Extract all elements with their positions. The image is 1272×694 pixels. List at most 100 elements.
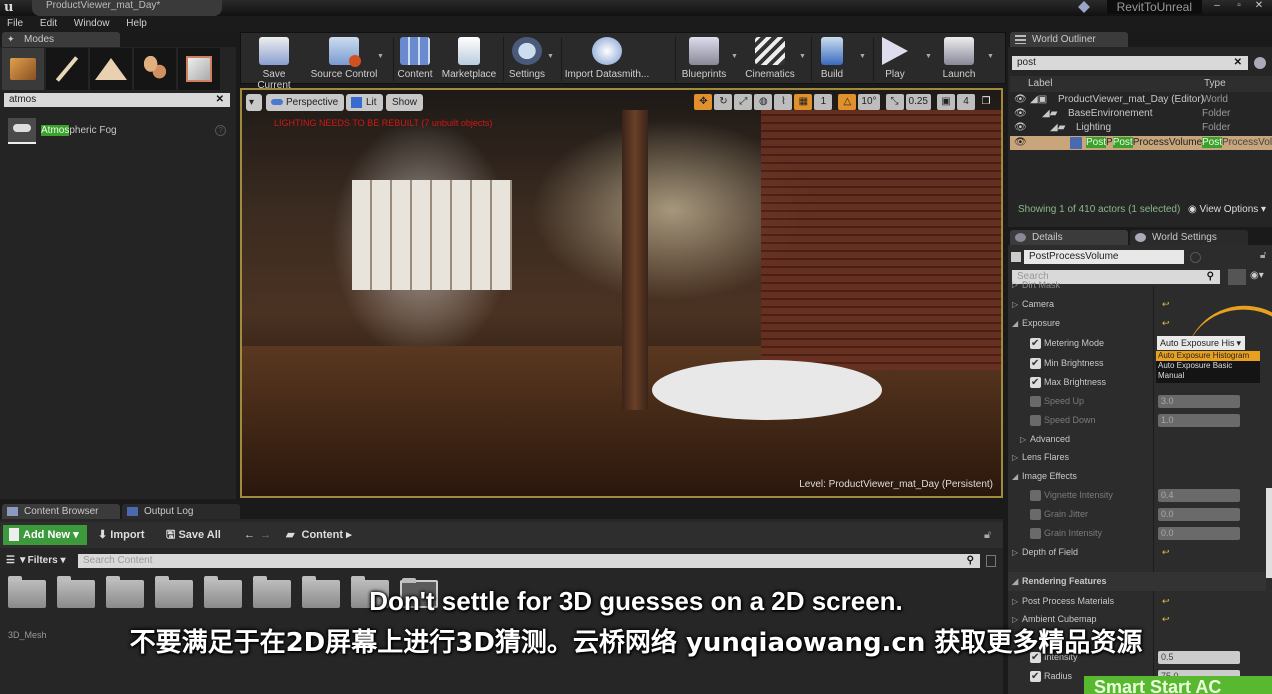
visibility-icon[interactable]: 👁︎ [1014, 93, 1027, 107]
import-button[interactable]: ⬇ Import [98, 525, 145, 545]
forward-button[interactable]: → [260, 525, 271, 545]
back-button[interactable]: ← [244, 525, 255, 545]
help-icon[interactable]: ? [215, 125, 226, 136]
tab-details[interactable]: Details [1010, 230, 1128, 245]
grid-snap-value[interactable]: 1 [814, 94, 833, 110]
maximize-button[interactable]: ▫ [1230, 0, 1248, 12]
category-advanced[interactable]: ▷ Advanced [1008, 430, 1266, 449]
tab-output-log[interactable]: Output Log [122, 504, 240, 519]
help-icon[interactable] [1190, 252, 1201, 263]
grid-snap-icon[interactable]: ▦ [794, 94, 813, 110]
checkbox[interactable] [1030, 528, 1041, 539]
lit-button[interactable]: Lit [346, 94, 383, 111]
build-button[interactable]: Build [815, 35, 849, 83]
chevron-down-icon[interactable]: ▼ [799, 53, 806, 60]
blueprints-button[interactable]: Blueprints [679, 35, 729, 83]
column-type[interactable]: Type [1204, 78, 1226, 89]
marketplace-button[interactable]: Marketplace [441, 35, 497, 83]
sources-toggle-icon[interactable]: ☰ [6, 555, 18, 566]
chevron-down-icon[interactable]: ▼ [377, 53, 384, 60]
category-depth-of-field[interactable]: ▷ Depth of Field ↩ [1008, 543, 1266, 562]
close-button[interactable]: ✕ [1250, 0, 1268, 12]
category-lens-flares[interactable]: ▷ Lens Flares [1008, 448, 1266, 467]
tab-world-settings[interactable]: World Settings [1130, 230, 1248, 245]
outliner-search-input[interactable]: post ✕ [1012, 56, 1248, 70]
menu-window[interactable]: Window [67, 16, 117, 31]
metering-mode-dropdown[interactable]: Auto Exposure His ▾ [1157, 336, 1245, 350]
menu-option[interactable]: Auto Exposure Histogram [1156, 351, 1260, 361]
surface-snap-icon[interactable]: ⌇ [774, 94, 793, 110]
actor-name-input[interactable]: PostProcessVolume [1024, 250, 1184, 264]
landscape-mode-button[interactable] [90, 48, 132, 90]
menu-edit[interactable]: Edit [33, 16, 64, 31]
visibility-icon[interactable]: 👁︎ [1014, 136, 1027, 150]
checkbox[interactable] [1030, 396, 1041, 407]
column-label[interactable]: Label [1028, 78, 1052, 89]
add-new-button[interactable]: Add New ▾ [3, 525, 87, 545]
save-search-icon[interactable] [986, 555, 996, 567]
settings-button[interactable]: Settings [505, 35, 549, 83]
source-control-button[interactable]: Source Control [309, 35, 379, 83]
rotation-snap-value[interactable]: 10° [858, 94, 880, 110]
outliner-row-selected[interactable]: 👁︎PostPPostProcessVolumePostProcessVolum… [1010, 136, 1272, 150]
tab-modes[interactable]: ✦ Modes [2, 32, 120, 47]
filters-button[interactable]: ☰ ▼Filters ▾ [6, 554, 65, 568]
scale-snap-value[interactable]: 0.25 [905, 94, 931, 110]
outliner-row[interactable]: 👁︎ ◢▰ BaseEnvironement Folder [1010, 107, 1272, 121]
content-path-breadcrumb[interactable]: ▰ Content ▸ [286, 525, 352, 545]
paint-mode-button[interactable] [46, 48, 88, 90]
save-all-button[interactable]: 🖫 Save All [166, 525, 221, 545]
save-current-button[interactable]: Save Current [245, 35, 303, 91]
place-mode-button[interactable] [2, 48, 44, 90]
outliner-row[interactable]: 👁︎ ◢▣ ProductViewer_mat_Day (Editor) World [1010, 93, 1272, 107]
translate-mode-icon[interactable]: ✥ [694, 94, 713, 110]
tab-content-browser[interactable]: Content Browser [2, 504, 120, 519]
value-field[interactable]: 0.4 [1158, 489, 1240, 502]
search-content-input[interactable]: Search Content ⚲ [78, 554, 980, 568]
outliner-row[interactable]: 👁︎ ◢▰ Lighting Folder [1010, 121, 1272, 135]
chevron-down-icon[interactable]: ▼ [547, 53, 554, 60]
rotate-mode-icon[interactable]: ↻ [714, 94, 733, 110]
cinematics-button[interactable]: Cinematics [743, 35, 797, 83]
play-button[interactable]: Play [877, 35, 913, 83]
chevron-down-icon[interactable]: ▼ [731, 53, 738, 60]
foliage-mode-button[interactable] [134, 48, 176, 90]
visibility-icon[interactable]: 👁︎ [1014, 121, 1027, 135]
maximize-viewport-icon[interactable]: ❐ [977, 94, 995, 110]
category-dirt-mask[interactable]: ▷ Dirt Mask [1008, 280, 1266, 290]
camera-speed-value[interactable]: 4 [957, 94, 975, 110]
tab-world-outliner[interactable]: World Outliner [1010, 32, 1128, 47]
checkbox[interactable] [1030, 354, 1041, 373]
geometry-mode-button[interactable] [178, 48, 220, 90]
lock-icon[interactable]: 🔓︎ [984, 525, 991, 545]
scale-mode-icon[interactable]: ⤢ [734, 94, 753, 110]
import-datasmith-button[interactable]: Import Datasmith... [563, 35, 651, 83]
chevron-down-icon[interactable]: ▼ [925, 53, 932, 60]
lock-icon[interactable]: 🔓︎ [1260, 250, 1266, 261]
checkbox[interactable] [1030, 667, 1041, 686]
checkbox[interactable] [1030, 334, 1041, 353]
rotation-snap-icon[interactable]: △ [838, 94, 857, 110]
clear-search-icon[interactable]: ✕ [1234, 56, 1242, 70]
level-viewport[interactable]: ▾ Perspective Lit Show LIGHTING NEEDS TO… [240, 88, 1003, 498]
checkbox[interactable] [1030, 490, 1041, 501]
details-scrollbar[interactable] [1266, 488, 1272, 578]
world-space-icon[interactable]: ◍ [754, 94, 773, 110]
category-image-effects[interactable]: ◢ Image Effects [1008, 467, 1266, 486]
menu-option[interactable]: Manual [1156, 371, 1260, 381]
perspective-button[interactable]: Perspective [266, 94, 345, 111]
minimize-button[interactable]: – [1208, 0, 1226, 12]
menu-file[interactable]: File [0, 16, 30, 31]
checkbox[interactable] [1030, 509, 1041, 520]
view-options-button[interactable]: ◉ View Options ▾ [1188, 204, 1266, 215]
value-field[interactable]: 0.0 [1158, 508, 1240, 521]
value-field[interactable]: 0.0 [1158, 527, 1240, 540]
modes-search-input[interactable]: atmos ✕ [4, 93, 230, 107]
add-filter-icon[interactable] [1254, 57, 1266, 69]
menu-help[interactable]: Help [119, 16, 154, 31]
camera-speed-icon[interactable]: ▣ [937, 94, 955, 110]
value-field[interactable]: 3.0 [1158, 395, 1240, 408]
clear-search-icon[interactable]: ✕ [216, 93, 224, 107]
launch-button[interactable]: Launch [937, 35, 981, 83]
scale-snap-icon[interactable]: ⤡ [885, 94, 904, 110]
